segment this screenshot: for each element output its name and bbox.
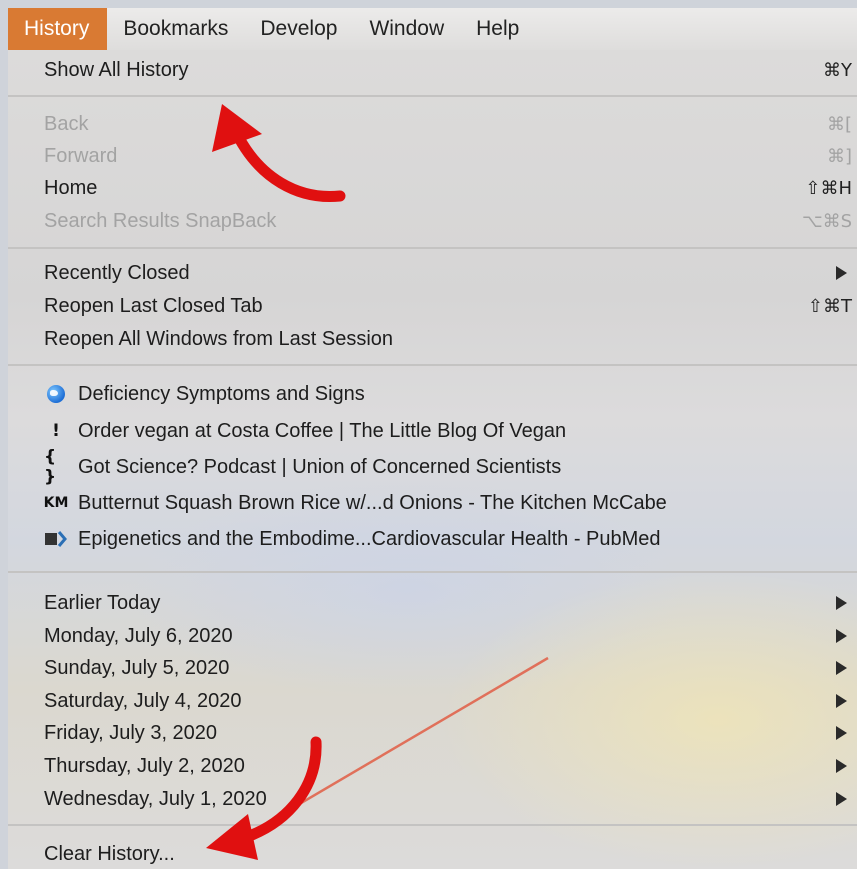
shortcut-label: ⌘Y — [823, 59, 852, 81]
menu-item-label: Wednesday, July 1, 2020 — [44, 787, 267, 810]
history-item-epigenetics[interactable]: Epigenetics and the Embodime...Cardiovas… — [8, 523, 857, 555]
history-item-costa-coffee[interactable]: ! Order vegan at Costa Coffee | The Litt… — [8, 415, 857, 447]
history-item-deficiency-symptoms[interactable]: Deficiency Symptoms and Signs — [8, 378, 857, 410]
menu-item-recently-closed[interactable]: Recently Closed — [8, 257, 857, 289]
history-day-july-6[interactable]: Monday, July 6, 2020 — [8, 620, 857, 652]
submenu-arrow-icon — [836, 661, 847, 675]
menu-item-search-results-snapback[interactable]: Search Results SnapBack ⌥⌘S — [8, 205, 857, 237]
menu-separator — [8, 571, 857, 573]
menu-item-label: Show All History — [44, 58, 189, 81]
menu-item-label: Back — [44, 112, 89, 135]
menu-item-label: Thursday, July 2, 2020 — [44, 754, 245, 777]
submenu-arrow-icon — [836, 629, 847, 643]
history-day-july-5[interactable]: Sunday, July 5, 2020 — [8, 652, 857, 684]
shortcut-label: ⇧⌘H — [805, 177, 852, 199]
menu-item-label: Home — [44, 176, 98, 199]
menu-item-label: Reopen Last Closed Tab — [44, 294, 263, 317]
menu-item-reopen-all-windows[interactable]: Reopen All Windows from Last Session — [8, 323, 857, 355]
menu-item-forward[interactable]: Forward ⌘] — [8, 140, 857, 172]
menu-item-home[interactable]: Home ⇧⌘H — [8, 172, 857, 204]
shortcut-label: ⌘[ — [826, 113, 852, 135]
menu-develop[interactable]: Develop — [244, 8, 353, 50]
pubmed-icon — [44, 528, 68, 550]
menu-item-show-all-history[interactable]: Show All History ⌘Y — [8, 54, 857, 86]
menu-item-label: Butternut Squash Brown Rice w/...d Onion… — [78, 491, 667, 514]
braces-icon: { } — [44, 447, 57, 487]
shortcut-label: ⇧⌘T — [807, 295, 852, 317]
menu-separator — [8, 364, 857, 366]
menu-item-reopen-last-closed-tab[interactable]: Reopen Last Closed Tab ⇧⌘T — [8, 290, 857, 322]
history-item-butternut-squash[interactable]: KM Butternut Squash Brown Rice w/...d On… — [8, 487, 857, 519]
submenu-arrow-icon — [836, 596, 847, 610]
menu-item-label: Recently Closed — [44, 261, 190, 284]
menu-separator — [8, 95, 857, 97]
menu-item-label: Reopen All Windows from Last Session — [44, 327, 394, 350]
submenu-arrow-icon — [836, 759, 847, 773]
menu-item-label: Deficiency Symptoms and Signs — [78, 382, 365, 405]
menu-item-label: Epigenetics and the Embodime...Cardiovas… — [78, 527, 661, 550]
history-day-july-3[interactable]: Friday, July 3, 2020 — [8, 717, 857, 749]
history-day-earlier-today[interactable]: Earlier Today — [8, 587, 857, 619]
menu-item-back[interactable]: Back ⌘[ — [8, 108, 857, 140]
menu-item-label: Sunday, July 5, 2020 — [44, 656, 230, 679]
menu-item-label: Saturday, July 4, 2020 — [44, 689, 242, 712]
menu-item-label: Monday, July 6, 2020 — [44, 624, 233, 647]
history-dropdown-menu: Show All History ⌘Y Back ⌘[ Forward ⌘] H… — [8, 50, 857, 869]
shortcut-label: ⌘] — [826, 145, 852, 167]
pin-icon: ! — [52, 421, 60, 441]
menu-item-label: Clear History... — [44, 842, 175, 865]
globe-icon — [44, 383, 68, 405]
menu-item-clear-history[interactable]: Clear History... — [8, 838, 857, 869]
menu-help[interactable]: Help — [460, 8, 535, 50]
menu-item-label: Search Results SnapBack — [44, 209, 277, 232]
menu-separator — [8, 247, 857, 249]
submenu-arrow-icon — [836, 792, 847, 806]
menu-window[interactable]: Window — [353, 8, 460, 50]
menu-separator — [8, 824, 857, 826]
menu-bookmarks[interactable]: Bookmarks — [107, 8, 244, 50]
menu-bar: History Bookmarks Develop Window Help — [8, 8, 857, 50]
menu-item-label: Order vegan at Costa Coffee | The Little… — [78, 419, 567, 442]
menu-item-label: Forward — [44, 144, 118, 167]
menu-history[interactable]: History — [8, 8, 108, 50]
shortcut-label: ⌥⌘S — [801, 210, 852, 232]
submenu-arrow-icon — [836, 266, 847, 280]
history-day-july-1[interactable]: Wednesday, July 1, 2020 — [8, 783, 857, 815]
menu-item-label: Earlier Today — [44, 591, 161, 614]
history-day-july-4[interactable]: Saturday, July 4, 2020 — [8, 685, 857, 717]
history-day-july-2[interactable]: Thursday, July 2, 2020 — [8, 750, 857, 782]
history-item-got-science[interactable]: { } Got Science? Podcast | Union of Conc… — [8, 447, 857, 487]
submenu-arrow-icon — [836, 694, 847, 708]
submenu-arrow-icon — [836, 726, 847, 740]
menu-item-label: Got Science? Podcast | Union of Concerne… — [78, 455, 562, 478]
menu-item-label: Friday, July 3, 2020 — [44, 721, 218, 744]
km-logo-icon: KM — [43, 495, 69, 511]
